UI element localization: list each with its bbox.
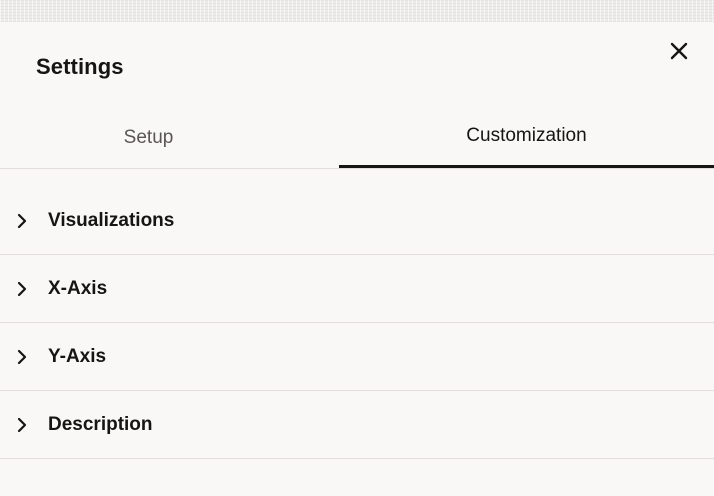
section-label: Visualizations	[48, 209, 175, 231]
chevron-right-icon	[16, 281, 28, 297]
close-icon	[670, 42, 688, 60]
tab-customization[interactable]: Customization	[339, 107, 714, 168]
tab-setup-label: Setup	[123, 126, 174, 148]
close-button[interactable]	[664, 36, 694, 66]
chevron-right-icon	[16, 349, 28, 365]
section-label: Description	[48, 413, 153, 435]
tab-setup[interactable]: Setup	[0, 107, 297, 168]
section-label: Y-Axis	[48, 345, 107, 367]
tab-customization-label: Customization	[466, 125, 587, 146]
section-label: X-Axis	[48, 277, 108, 299]
chevron-right-icon	[16, 417, 28, 433]
section-y-axis[interactable]: Y-Axis	[0, 323, 714, 391]
section-visualizations[interactable]: Visualizations	[0, 187, 714, 255]
settings-panel: Settings Setup Customization Visualizati…	[0, 22, 714, 496]
tab-bar: Setup Customization	[0, 107, 714, 169]
panel-title: Settings	[36, 54, 124, 79]
backdrop-strip	[0, 0, 714, 22]
section-list: Visualizations X-Axis Y-Axis Description	[0, 187, 714, 459]
section-x-axis[interactable]: X-Axis	[0, 255, 714, 323]
section-description[interactable]: Description	[0, 391, 714, 459]
chevron-right-icon	[16, 213, 28, 229]
